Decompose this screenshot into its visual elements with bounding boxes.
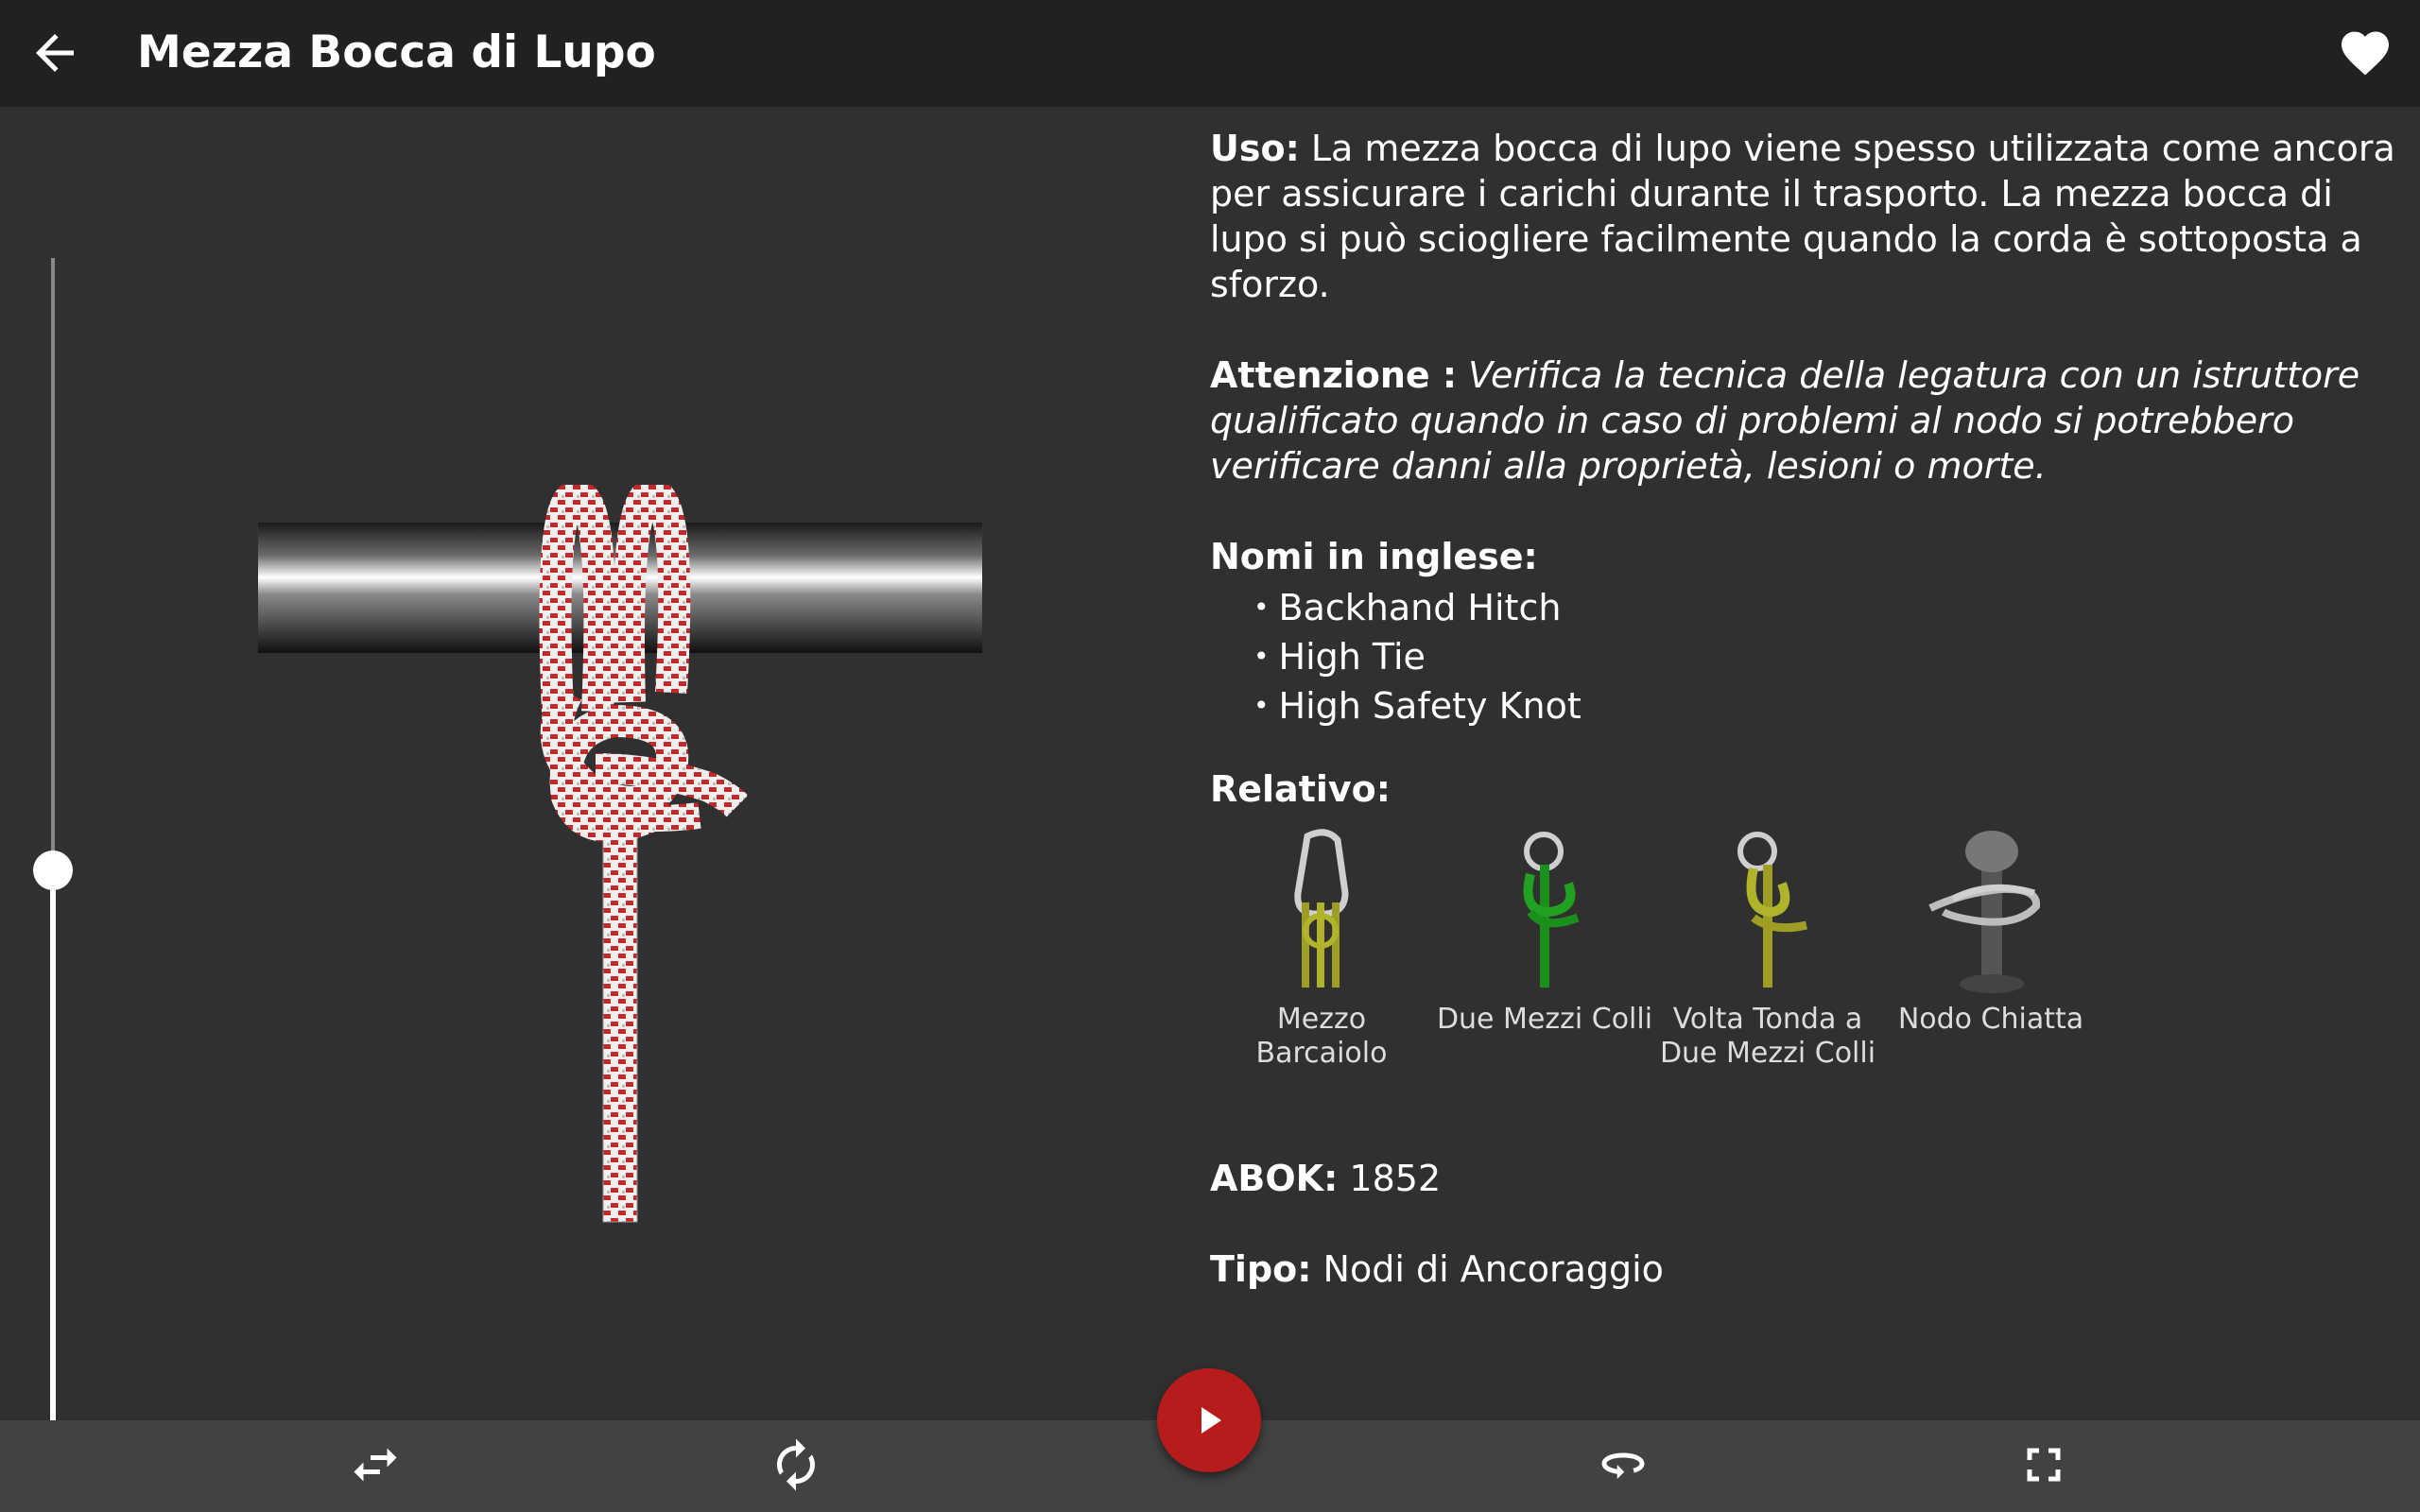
page-title: Mezza Bocca di Lupo	[137, 26, 656, 78]
loop-icon	[1601, 1452, 1645, 1479]
list-item: High Safety Knot	[1253, 683, 2401, 732]
related-heading: Relativo:	[1210, 768, 1391, 810]
usage-paragraph: Uso: La mezza bocca di lupo viene spesso…	[1210, 126, 2401, 307]
app-bar: Mezza Bocca di Lupo	[0, 0, 2420, 107]
english-names-list: Backhand Hitch High Tie High Safety Knot	[1210, 585, 2401, 732]
english-names-heading: Nomi in inglese:	[1210, 536, 1538, 577]
loop-button[interactable]	[1595, 1436, 1651, 1493]
info-panel: Uso: La mezza bocca di lupo viene spesso…	[1210, 126, 2401, 1337]
warning-paragraph: Attenzione : Verifica la tecnica della l…	[1210, 352, 2401, 489]
play-button[interactable]	[1157, 1368, 1261, 1472]
related-knots: Mezzo Barcaiolo Due Mezzi Colli Volta To…	[1210, 827, 2401, 1110]
type-paragraph: Tipo: Nodi di Ancoraggio	[1210, 1246, 2401, 1292]
abok-paragraph: ABOK: 1852	[1210, 1156, 2401, 1201]
related-knot-label: Volta Tonda a Due Mezzi Colli	[1659, 1003, 1876, 1070]
related-knot-label: Nodo Chiatta	[1897, 1003, 2084, 1036]
related-knot-due-mezzi-colli[interactable]: Due Mezzi Colli	[1433, 827, 1656, 1110]
related-knot-label: Mezzo Barcaiolo	[1255, 1003, 1388, 1070]
related-knot-mezzo-barcaiolo[interactable]: Mezzo Barcaiolo	[1210, 827, 1433, 1110]
knot-illustration	[258, 485, 982, 1223]
favorite-button[interactable]	[2337, 25, 2394, 81]
ring-hitch-green-icon	[1523, 832, 1580, 988]
related-knot-nodo-chiatta[interactable]: Nodo Chiatta	[1879, 827, 2102, 1110]
progress-slider-thumb[interactable]	[33, 850, 73, 890]
bollard-knot-icon	[1928, 831, 2041, 993]
list-item: Backhand Hitch	[1253, 585, 2401, 634]
warning-label: Attenzione :	[1210, 354, 1458, 396]
usage-text: La mezza bocca di lupo viene spesso util…	[1210, 128, 2395, 305]
rotate-button[interactable]	[768, 1436, 824, 1493]
rotate-icon	[777, 1438, 815, 1491]
related-knot-volta-tonda[interactable]: Volta Tonda a Due Mezzi Colli	[1656, 827, 1879, 1110]
related-knot-label: Due Mezzi Colli	[1436, 1003, 1653, 1036]
abok-value: 1852	[1349, 1158, 1442, 1199]
knot-viewer[interactable]	[0, 107, 1172, 1482]
carabiner-knot-icon	[1294, 829, 1349, 988]
usage-label: Uso:	[1210, 128, 1300, 169]
swap-direction-icon	[354, 1448, 397, 1482]
progress-slider-fill	[50, 869, 56, 1482]
type-label: Tipo:	[1210, 1248, 1312, 1290]
ring-hitch-yellow-icon	[1737, 832, 1807, 988]
fullscreen-button[interactable]	[2015, 1436, 2072, 1493]
back-button[interactable]	[26, 25, 83, 81]
type-value: Nodi di Ancoraggio	[1322, 1248, 1664, 1290]
list-item: High Tie	[1253, 634, 2401, 683]
abok-label: ABOK:	[1210, 1158, 1339, 1199]
arrow-back-icon	[36, 34, 74, 72]
heart-icon	[2342, 31, 2389, 76]
fullscreen-icon	[2027, 1448, 2061, 1482]
play-icon	[1201, 1407, 1221, 1434]
swap-direction-button[interactable]	[347, 1436, 404, 1493]
